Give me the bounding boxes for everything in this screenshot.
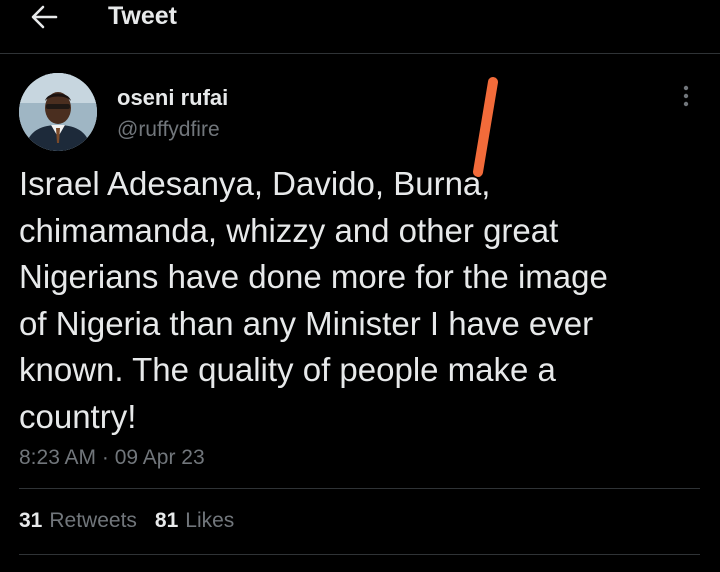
author-name[interactable]: oseni rufai xyxy=(117,85,228,111)
arrow-left-icon xyxy=(31,5,58,29)
more-vertical-icon xyxy=(683,85,689,107)
likes-label: Likes xyxy=(185,509,235,532)
tweet-text: Israel Adesanya, Davido, Burna, chimaman… xyxy=(19,165,608,435)
retweets-count: 31 xyxy=(19,509,43,532)
tweet-date: 09 Apr 23 xyxy=(114,446,205,469)
author-handle[interactable]: @ruffydfire xyxy=(117,117,220,143)
likes-link[interactable]: 81 Likes xyxy=(155,506,234,536)
back-button[interactable] xyxy=(24,2,64,32)
top-bar: Tweet xyxy=(0,0,720,54)
divider xyxy=(19,554,700,555)
retweets-link[interactable]: 31 Retweets xyxy=(19,506,137,536)
likes-count: 81 xyxy=(154,509,179,532)
page-title: Tweet xyxy=(108,2,177,30)
tweet-time: 8:23 AM xyxy=(19,446,97,469)
retweets-label: Retweets xyxy=(49,509,137,532)
more-options-button[interactable] xyxy=(674,82,698,110)
avatar-photo xyxy=(19,73,97,151)
meta-separator: · xyxy=(101,446,109,469)
tweet-timestamp[interactable]: 8:23 AM · 09 Apr 23 xyxy=(19,443,205,473)
avatar[interactable] xyxy=(19,73,97,151)
tweet-stats: 31 Retweets 81 Likes xyxy=(19,506,252,536)
divider xyxy=(19,488,700,489)
